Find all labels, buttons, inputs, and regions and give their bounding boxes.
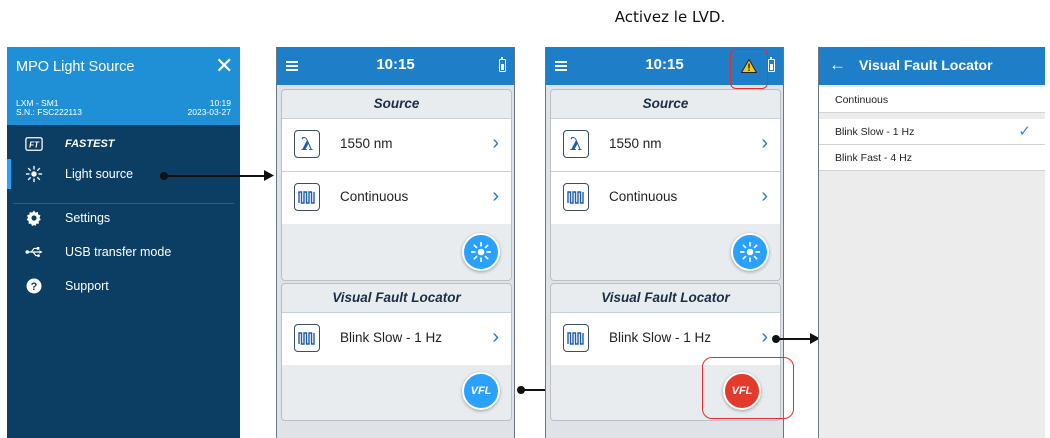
wavelength-value: 1550 nm	[340, 136, 393, 151]
mode-value: Continuous	[340, 189, 409, 204]
warning-highlight-box	[730, 49, 768, 89]
card-title: Source	[642, 96, 689, 111]
header-date: 2023-03-27	[187, 107, 231, 117]
option-label: Blink Slow - 1 Hz	[835, 126, 915, 138]
source-card: Source λ 1550 nm › Continuous ›	[550, 89, 781, 281]
menu-item-fastest[interactable]: FT FASTEST	[7, 129, 240, 159]
svg-text:FT: FT	[29, 141, 40, 150]
menu-item-usb-transfer[interactable]: USB transfer mode	[7, 237, 240, 267]
menu-item-label: Support	[65, 279, 109, 293]
screen-title: Visual Fault Locator	[859, 57, 993, 73]
chevron-right-icon: ›	[761, 185, 768, 207]
navigation-drawer: MPO Light Source ✕ LXM - SM1 S.N.: FSC22…	[7, 47, 240, 438]
pulse-wave-icon	[294, 183, 320, 211]
instruction-caption: Activez le LVD.	[614, 8, 726, 26]
mode-row[interactable]: Continuous ›	[282, 171, 511, 224]
vfl-card: Visual Fault Locator Blink Slow - 1 Hz ›…	[281, 283, 512, 421]
battery-icon	[499, 57, 506, 72]
drawer-header: MPO Light Source ✕ LXM - SM1 S.N.: FSC22…	[7, 47, 240, 125]
arrowhead-icon	[264, 170, 274, 181]
lambda-icon: λ	[294, 130, 320, 158]
option-label: Blink Fast - 4 Hz	[835, 152, 913, 164]
light-source-toggle-button[interactable]	[731, 233, 769, 271]
menu-item-support[interactable]: ? Support	[7, 271, 240, 301]
vfl-mode-value: Blink Slow - 1 Hz	[340, 330, 443, 345]
menu-item-label: FASTEST	[65, 138, 115, 150]
option-continuous[interactable]: Continuous	[819, 87, 1045, 113]
source-card: Source λ 1550 nm › Continuous ›	[281, 89, 512, 281]
pulse-wave-icon	[294, 324, 320, 352]
connector-arrow	[776, 338, 812, 340]
option-blink-fast[interactable]: Blink Fast - 4 Hz	[819, 145, 1045, 171]
menu-item-settings[interactable]: Settings	[7, 203, 240, 233]
connector-dot	[160, 172, 168, 180]
checkmark-icon: ✓	[1018, 123, 1031, 140]
vfl-mode-list-screen: ← Visual Fault Locator Continuous Blink …	[818, 47, 1045, 438]
light-burst-icon	[740, 242, 760, 262]
fastest-icon: FT	[25, 135, 43, 153]
wavelength-row[interactable]: λ 1550 nm ›	[551, 118, 780, 171]
battery-icon	[768, 57, 775, 72]
light-source-toggle-button[interactable]	[462, 233, 500, 271]
card-title: Visual Fault Locator	[332, 290, 461, 305]
light-burst-icon	[471, 242, 491, 262]
mode-value: Continuous	[609, 189, 678, 204]
lambda-icon: λ	[563, 130, 589, 158]
option-label: Continuous	[835, 94, 889, 106]
chevron-right-icon: ›	[492, 326, 499, 348]
menu-item-label: USB transfer mode	[65, 245, 172, 259]
vfl-mode-row[interactable]: Blink Slow - 1 Hz ›	[282, 312, 511, 365]
chevron-right-icon: ›	[761, 326, 768, 348]
vfl-mode-value: Blink Slow - 1 Hz	[609, 330, 712, 345]
app-title: MPO Light Source	[16, 59, 135, 75]
close-icon[interactable]: ✕	[215, 55, 233, 77]
menu-item-light-source[interactable]: Light source	[7, 159, 240, 189]
selection-indicator	[7, 159, 11, 189]
pulse-wave-icon	[563, 183, 589, 211]
chevron-right-icon: ›	[492, 132, 499, 154]
gear-icon	[25, 209, 43, 227]
top-bar: ← Visual Fault Locator	[819, 47, 1045, 85]
card-title: Visual Fault Locator	[601, 290, 730, 305]
help-icon: ?	[25, 277, 43, 295]
card-title: Source	[373, 96, 420, 111]
svg-text:?: ?	[31, 281, 38, 293]
vfl-highlight-box	[702, 357, 794, 419]
menu-item-label: Settings	[65, 211, 111, 225]
connector-arrow	[164, 175, 267, 177]
menu-item-label: Light source	[65, 167, 134, 181]
pulse-wave-icon	[563, 324, 589, 352]
usb-icon	[25, 243, 43, 261]
serial-number: S.N.: FSC222113	[16, 107, 82, 117]
top-bar: 10:15	[277, 47, 514, 85]
wavelength-row[interactable]: λ 1550 nm ›	[282, 118, 511, 171]
wavelength-value: 1550 nm	[609, 136, 662, 151]
clock: 10:15	[376, 56, 415, 73]
chevron-right-icon: ›	[492, 185, 499, 207]
vfl-button-label: VFL	[470, 385, 492, 397]
back-arrow-icon[interactable]: ←	[829, 55, 846, 75]
light-source-icon	[25, 165, 43, 183]
mode-row[interactable]: Continuous ›	[551, 171, 780, 224]
option-blink-slow[interactable]: Blink Slow - 1 Hz ✓	[819, 119, 1045, 145]
chevron-right-icon: ›	[761, 132, 768, 154]
phone-screen-1: 10:15 Source λ 1550 nm › Continuous › Vi…	[276, 47, 515, 438]
vfl-button[interactable]: VFL	[462, 372, 500, 410]
